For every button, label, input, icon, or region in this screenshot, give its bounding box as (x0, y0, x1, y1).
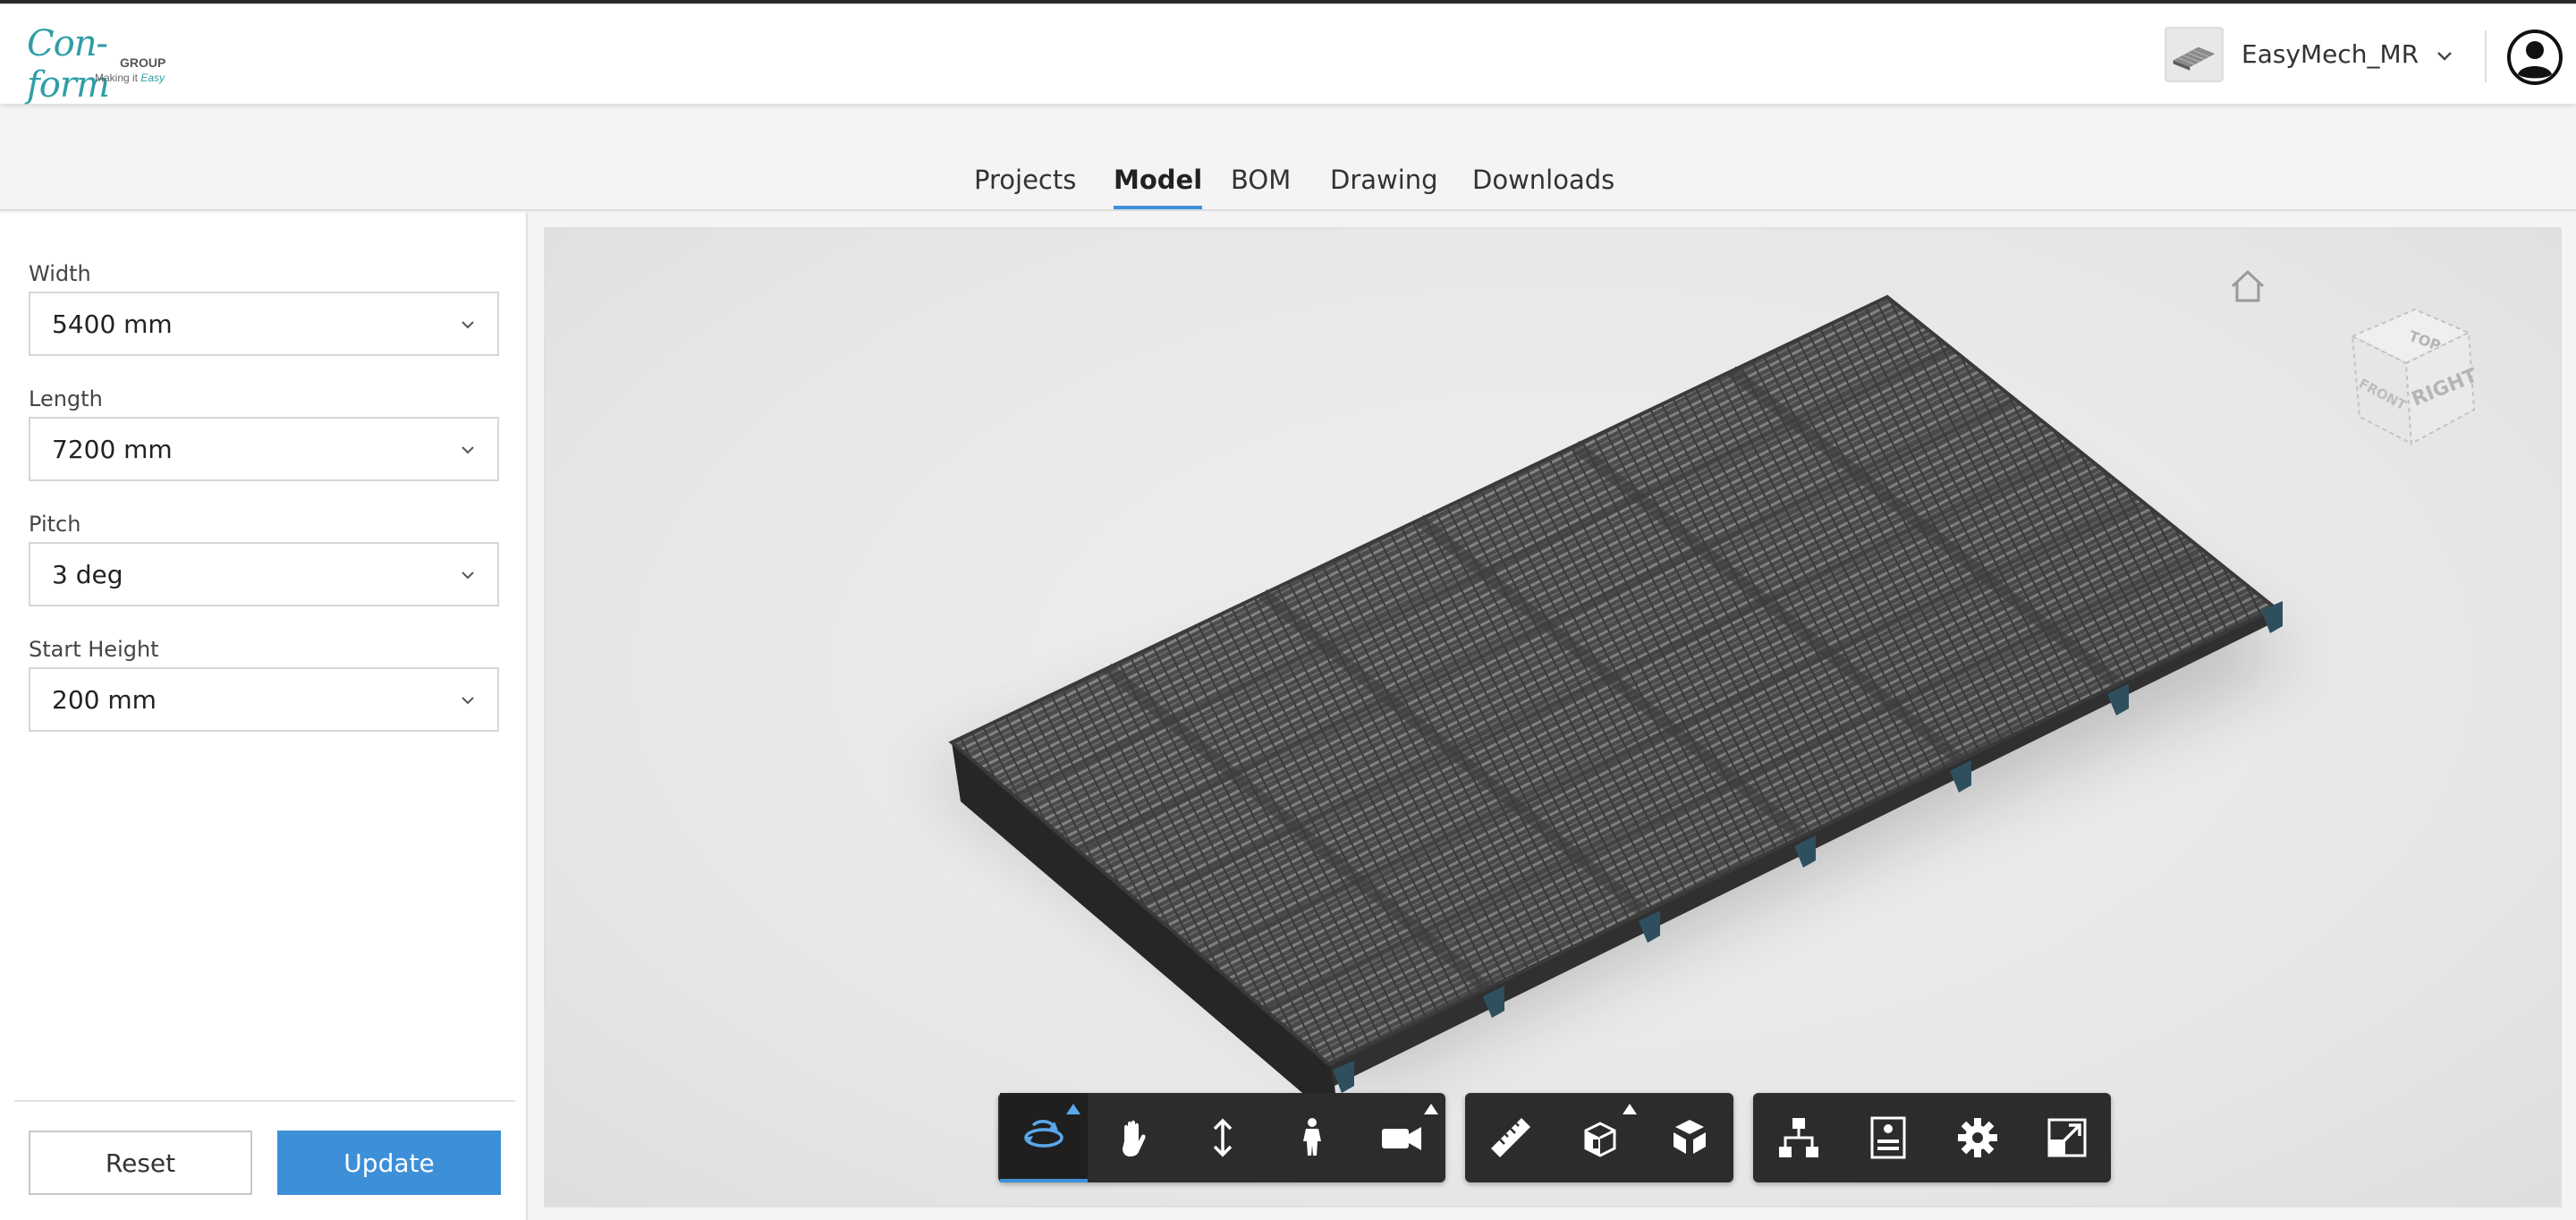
first-person-tool[interactable] (1268, 1093, 1356, 1182)
home-icon[interactable] (2225, 265, 2270, 308)
tab-drawing[interactable]: Drawing (1330, 165, 1438, 208)
length-value: 7200 mm (52, 435, 173, 464)
settings-toolbar (1753, 1093, 2111, 1182)
app-header: Con-form GROUP Making it Easy EasyMech_M… (0, 0, 2576, 106)
section-icon (1584, 1122, 1616, 1157)
logo-group-text: GROUP (120, 55, 166, 70)
orbit-icon (1024, 1120, 1063, 1148)
fullscreen-tool[interactable] (2023, 1093, 2111, 1182)
model-browser-icon (1779, 1118, 1818, 1157)
header-divider (2485, 30, 2487, 82)
logo-tagline-emphasis: Easy (140, 72, 165, 84)
width-value: 5400 mm (52, 309, 173, 339)
viewcube[interactable]: TOP FRONT RIGHT (2326, 301, 2504, 470)
properties-icon (1870, 1116, 1906, 1159)
logo-tagline-prefix: Making it (95, 72, 141, 84)
parameters-panel: Width 5400 mm Length 7200 mm Pitch 3 deg… (0, 213, 528, 1220)
settings-icon (1958, 1118, 1997, 1157)
flyout-indicator (1623, 1104, 1637, 1114)
measure-icon (1491, 1118, 1530, 1157)
start-height-label: Start Height (29, 637, 159, 662)
length-label: Length (29, 386, 103, 411)
camera-tool[interactable] (1358, 1093, 1445, 1182)
update-button[interactable]: Update (277, 1131, 501, 1195)
navigation-toolbar (998, 1093, 1445, 1182)
model-viewer[interactable]: TOP FRONT RIGHT (544, 227, 2562, 1207)
start-height-select[interactable]: 200 mm (29, 667, 499, 732)
flyout-indicator (1424, 1104, 1438, 1114)
start-height-value: 200 mm (52, 685, 157, 715)
chevron-down-icon (462, 572, 474, 580)
width-select[interactable]: 5400 mm (29, 292, 499, 356)
model-browser-tool[interactable] (1755, 1093, 1843, 1182)
user-account-icon[interactable] (2506, 29, 2563, 86)
width-label: Width (29, 261, 91, 286)
flyout-indicator (1066, 1104, 1080, 1114)
fullscreen-icon (2047, 1118, 2087, 1157)
tab-bom[interactable]: BOM (1231, 165, 1291, 208)
pan-tool[interactable] (1089, 1093, 1177, 1182)
properties-tool[interactable] (1844, 1093, 1932, 1182)
chevron-down-icon[interactable] (2433, 45, 2456, 68)
chevron-down-icon (462, 697, 474, 705)
length-select[interactable]: 7200 mm (29, 417, 499, 481)
explode-tool[interactable] (1646, 1093, 1733, 1182)
chevron-down-icon (462, 446, 474, 454)
orbit-tool[interactable] (1000, 1093, 1088, 1182)
pitch-label: Pitch (29, 512, 81, 537)
chevron-down-icon (462, 321, 474, 329)
camera-icon (1382, 1127, 1421, 1150)
pitch-value: 3 deg (52, 560, 123, 589)
tab-projects[interactable]: Projects (974, 165, 1076, 208)
dolly-icon (1213, 1118, 1233, 1157)
logo-tagline: Making it Easy (95, 72, 165, 84)
explode-icon (1674, 1120, 1706, 1154)
dolly-tool[interactable] (1179, 1093, 1267, 1182)
reset-button[interactable]: Reset (29, 1131, 252, 1195)
measure-tool[interactable] (1467, 1093, 1555, 1182)
project-name[interactable]: EasyMech_MR (2241, 39, 2419, 69)
settings-tool[interactable] (1934, 1093, 2021, 1182)
platform-3d-model[interactable] (546, 229, 2562, 1207)
pitch-select[interactable]: 3 deg (29, 542, 499, 606)
tab-downloads[interactable]: Downloads (1472, 165, 1614, 208)
section-tool[interactable] (1556, 1093, 1644, 1182)
modeling-toolbar (1465, 1093, 1733, 1182)
first-person-icon (1303, 1118, 1321, 1156)
tab-model[interactable]: Model (1114, 165, 1203, 209)
main-tabs: Projects Model BOM Drawing Downloads (0, 104, 2576, 211)
conform-logo[interactable]: Con-form GROUP Making it Easy (27, 23, 179, 106)
pan-icon (1123, 1120, 1146, 1156)
platform-thumbnail-icon[interactable] (2165, 27, 2224, 82)
panel-divider (14, 1100, 515, 1102)
